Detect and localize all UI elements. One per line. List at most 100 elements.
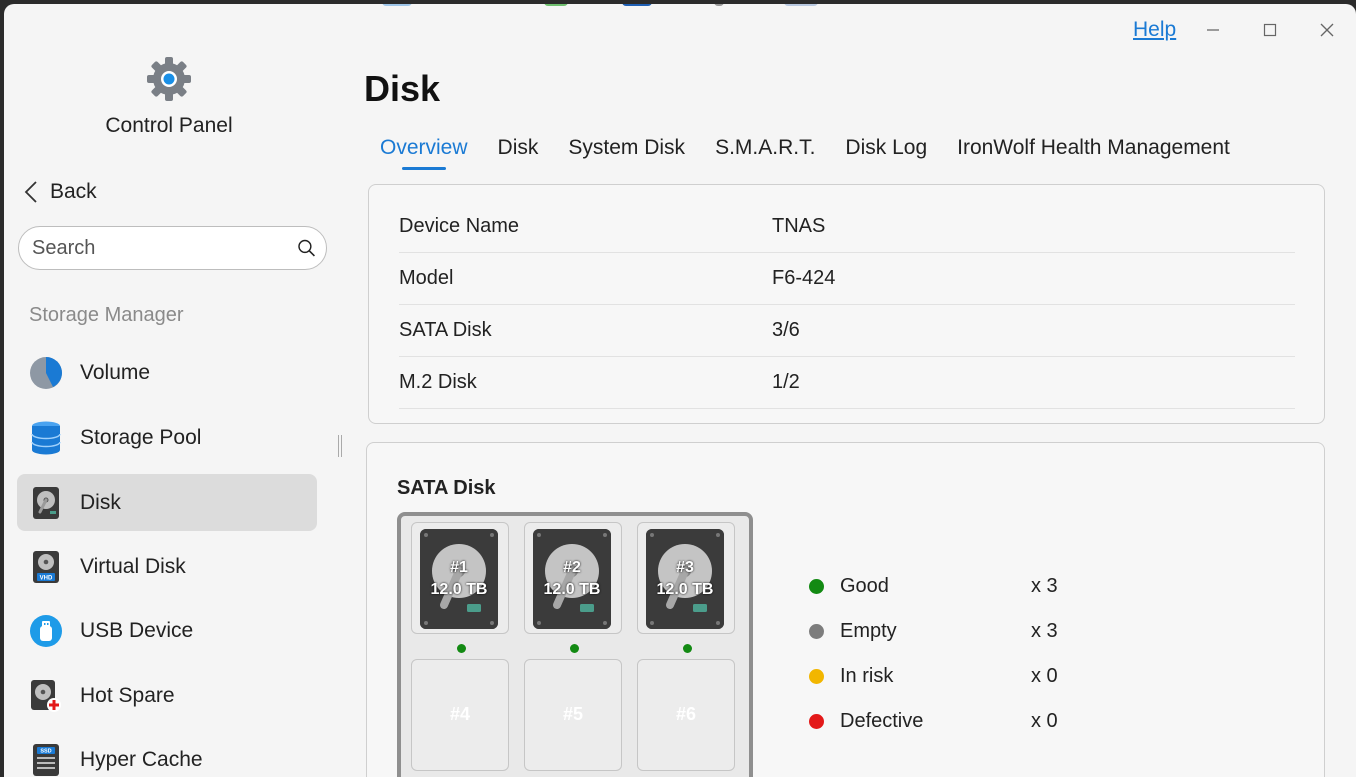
tab-disk-log[interactable]: Disk Log [845,136,927,170]
info-row-model: Model F6-424 [399,253,1295,305]
legend-label: In risk [840,664,894,687]
info-row-m2-disk: M.2 Disk 1/2 [399,357,1295,409]
maximize-button[interactable] [1256,16,1284,44]
sidebar-item-virtual-disk[interactable]: VHD Virtual Disk [17,538,317,595]
info-key: SATA Disk [399,319,492,341]
sidebar-item-disk[interactable]: Disk [17,474,317,531]
nas-chassis: #1 12.0 TB #2 12.0 TB #3 12.0 TB #4 #5 #… [397,512,753,777]
svg-text:SSD: SSD [40,748,51,754]
sidebar-item-label: Hyper Cache [80,747,203,771]
status-dot-gray [809,623,824,639]
bay-capacity: 12.0 TB [656,581,714,598]
sidebar-item-label: USB Device [80,618,194,642]
sidebar-item-hot-spare[interactable]: Hot Spare [17,667,317,724]
minimize-button[interactable] [1199,16,1227,44]
vhd-disk-icon: VHD [29,550,63,584]
legend-label: Empty [840,619,897,642]
pie-chart-icon [29,356,63,390]
chevron-left-icon [24,181,37,203]
status-dot-red [809,713,824,729]
legend-count: x 0 [1031,664,1058,687]
database-icon [29,421,63,455]
hard-disk-icon: #3 12.0 TB [646,529,724,629]
status-led-good [570,644,579,653]
legend-label: Good [840,574,889,597]
status-led-good [457,644,466,653]
sidebar-resize-handle[interactable] [338,435,342,457]
sidebar-item-storage-pool[interactable]: Storage Pool [17,409,317,466]
sata-title: SATA Disk [397,477,496,499]
sidebar-item-label: Hot Spare [80,683,175,707]
bay-number: #3 [676,559,694,576]
back-button[interactable]: Back [24,180,97,204]
tab-smart[interactable]: S.M.A.R.T. [715,136,815,170]
close-button[interactable] [1313,16,1341,44]
sidebar-item-label: Volume [80,360,151,384]
control-panel-window: Help Control Panel Back Search Storage M… [4,4,1356,777]
sata-disk-card: SATA Disk #1 12.0 TB #2 12.0 TB #3 12.0 … [366,442,1325,777]
status-dot-green [809,578,824,594]
disk-bay-5[interactable]: #5 [524,659,622,771]
search-icon[interactable] [297,236,316,260]
bay-number: #1 [450,559,468,576]
disk-bay-4[interactable]: #4 [411,659,509,771]
hard-disk-icon: #1 12.0 TB [420,529,498,629]
app-title: Control Panel [105,114,233,137]
minimize-icon [1207,29,1219,31]
close-icon [1320,23,1334,37]
help-link[interactable]: Help [1133,18,1176,42]
sidebar-item-volume[interactable]: Volume [17,344,317,401]
disk-bay-2[interactable]: #2 12.0 TB [524,522,622,653]
tab-system-disk[interactable]: System Disk [568,136,685,170]
info-key: Model [399,267,454,289]
page-title: Disk [364,68,441,109]
taskbar-strip [364,4,924,8]
bay-number: #6 [675,704,697,724]
tab-bar: Overview Disk System Disk S.M.A.R.T. Dis… [380,136,1230,170]
hard-disk-icon: #2 12.0 TB [533,529,611,629]
search-input[interactable] [32,236,297,260]
sidebar-item-label: Virtual Disk [80,554,186,578]
info-value: F6-424 [772,267,836,289]
disk-bay-1[interactable]: #1 12.0 TB [411,522,509,653]
legend-count: x 0 [1031,709,1058,732]
info-row-sata-disk: SATA Disk 3/6 [399,305,1295,357]
sidebar: Control Panel Back Storage Manager Volum… [4,4,344,777]
disk-bay-3[interactable]: #3 12.0 TB [637,522,735,653]
bay-capacity: 12.0 TB [543,581,601,598]
tab-disk[interactable]: Disk [498,136,539,170]
bay-number: #4 [449,704,471,724]
info-value: 1/2 [772,371,800,393]
maximize-icon [1263,23,1277,37]
section-label: Storage Manager [29,304,184,326]
svg-text:VHD: VHD [40,575,53,581]
gear-icon [146,56,192,102]
info-key: M.2 Disk [399,371,477,393]
tab-ironwolf-health[interactable]: IronWolf Health Management [957,136,1230,170]
info-key: Device Name [399,215,520,237]
status-led-good [683,644,692,653]
legend-empty: Empty x 3 [809,616,1109,646]
legend-count: x 3 [1031,619,1058,642]
back-label: Back [50,180,97,203]
hot-spare-disk-icon [29,679,63,713]
device-info-card: Device Name TNAS Model F6-424 SATA Disk … [368,184,1325,424]
tab-overview[interactable]: Overview [380,136,468,170]
disk-bay-6[interactable]: #6 [637,659,735,771]
sidebar-item-label: Disk [80,490,121,514]
sidebar-item-usb-device[interactable]: USB Device [17,602,317,659]
status-dot-yellow [809,668,824,684]
sidebar-item-label: Storage Pool [80,425,202,449]
info-value: TNAS [772,215,826,237]
legend-good: Good x 3 [809,571,1109,601]
info-value: 3/6 [772,319,800,341]
info-row-device-name: Device Name TNAS [399,201,1295,253]
usb-icon [29,614,63,648]
legend-defective: Defective x 0 [809,706,1109,736]
hard-disk-icon [29,486,63,520]
bay-number: #2 [563,559,581,576]
legend-count: x 3 [1031,574,1058,597]
sidebar-item-hyper-cache[interactable]: SSD Hyper Cache [17,731,317,777]
search-box[interactable] [18,226,327,270]
bay-number: #5 [562,704,584,724]
